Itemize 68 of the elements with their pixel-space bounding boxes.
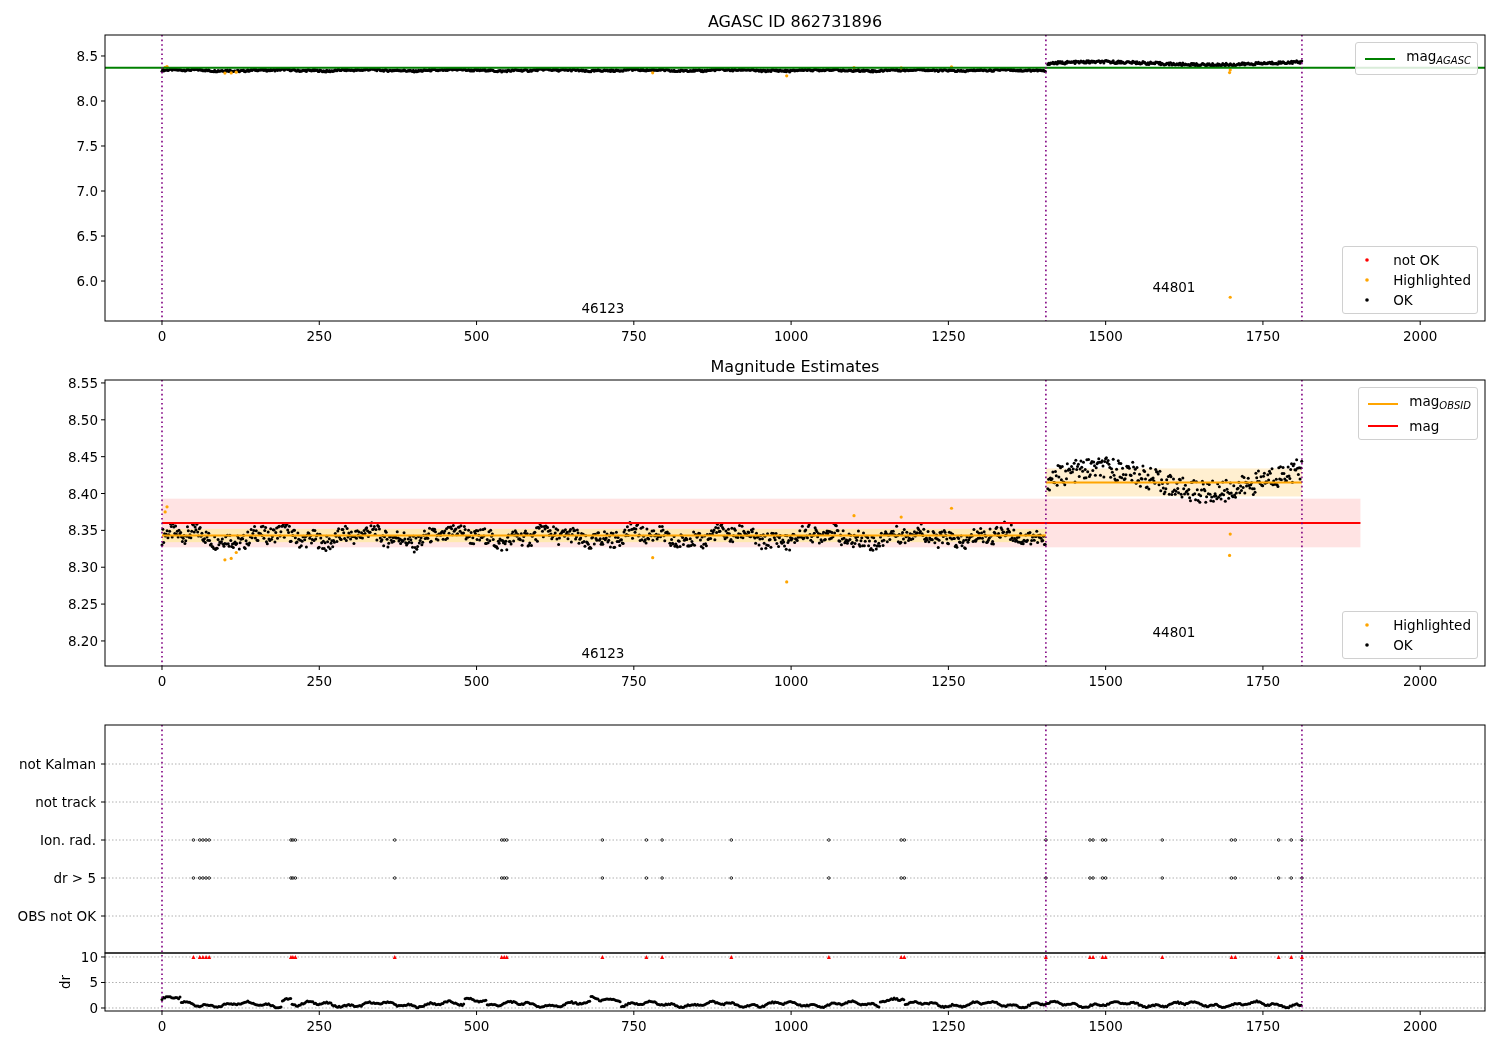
y-tick-label: 6.5	[76, 228, 98, 244]
chart-title: AGASC ID 862731896	[707, 12, 883, 31]
x-tick-label: 1000	[773, 1018, 809, 1034]
y-tick-label: 7.0	[76, 183, 98, 199]
line-swatch-icon	[1367, 424, 1400, 428]
x-tick-label: 750	[620, 328, 647, 344]
y-tick-label: 8.35	[67, 522, 98, 539]
legend-label: mag$_{OBSID}$	[1409, 392, 1471, 413]
legend-label: OK	[1393, 291, 1413, 309]
y-tick-label: 8.25	[67, 596, 98, 613]
x-tick-label: 1750	[1245, 328, 1281, 344]
x-tick-label: 250	[306, 1018, 333, 1034]
obsid-label: 46123	[581, 300, 625, 316]
x-tick-label: 1250	[931, 673, 966, 689]
x-tick-label: 1750	[1245, 673, 1281, 689]
legend-label: mag$_{AGASC}$	[1406, 47, 1471, 68]
x-tick-label: 250	[306, 673, 333, 689]
x-tick-label: 750	[620, 1018, 647, 1034]
obsid-label: 46123	[581, 645, 625, 661]
obsid-label: 44801	[1152, 624, 1196, 640]
y-tick-label: 8.50	[67, 411, 98, 428]
x-tick-label: 250	[306, 328, 333, 344]
x-tick-label: 500	[463, 328, 490, 344]
y-tick-label: 8.5	[76, 48, 98, 64]
x-tick-label: 1000	[773, 328, 809, 344]
x-tick-label: 1500	[1088, 1018, 1123, 1034]
y-axis-label: dr	[57, 974, 73, 990]
x-tick-label: 500	[463, 673, 490, 689]
x-tick-label: 1000	[773, 673, 809, 689]
x-tick-label: 2000	[1403, 1018, 1438, 1034]
chart-title: Magnitude Estimates	[710, 357, 880, 376]
y-tick-label: 8.45	[67, 448, 98, 465]
y-tick-label: 6.0	[76, 273, 98, 290]
legend-label: OK	[1393, 636, 1413, 654]
x-tick-label: 1250	[931, 328, 966, 344]
x-tick-label: 2000	[1403, 328, 1438, 344]
x-tick-label: 0	[157, 328, 167, 344]
x-tick-label: 2000	[1403, 673, 1438, 689]
y-tick-label: 10	[80, 949, 98, 965]
flag-category-label: not track	[35, 794, 96, 810]
legend-label: mag	[1409, 417, 1440, 435]
flag-category-label: OBS not OK	[17, 908, 96, 924]
x-tick-label: 1250	[931, 1018, 966, 1034]
y-tick-label: 0	[89, 1000, 98, 1016]
obsid-label: 44801	[1152, 279, 1196, 295]
line-swatch-icon	[1367, 401, 1400, 406]
flag-category-label: not Kalman	[18, 756, 96, 772]
x-tick-label: 1500	[1088, 673, 1123, 689]
x-tick-label: 0	[157, 1018, 167, 1034]
x-tick-label: 750	[620, 673, 647, 689]
legend-label: not OK	[1393, 251, 1440, 269]
x-tick-label: 500	[463, 1018, 490, 1034]
legend-label: Highlighted	[1393, 616, 1471, 634]
y-tick-label: 7.5	[76, 138, 98, 154]
y-tick-label: 8.20	[67, 632, 98, 649]
line-swatch-icon	[1364, 56, 1397, 61]
flag-category-label: dr > 5	[53, 870, 96, 886]
x-tick-label: 1750	[1245, 1018, 1281, 1034]
y-tick-label: 8.0	[76, 93, 98, 109]
legend-label: Highlighted	[1393, 271, 1471, 289]
x-tick-label: 1500	[1088, 328, 1123, 344]
y-tick-label: 5	[89, 974, 98, 991]
x-tick-label: 0	[157, 673, 167, 689]
y-tick-marks	[100, 956, 106, 1009]
y-tick-label: 8.40	[67, 485, 98, 502]
y-tick-label: 8.55	[67, 374, 98, 391]
flag-category-label: Ion. rad.	[39, 832, 96, 848]
y-tick-label: 8.30	[67, 559, 98, 576]
